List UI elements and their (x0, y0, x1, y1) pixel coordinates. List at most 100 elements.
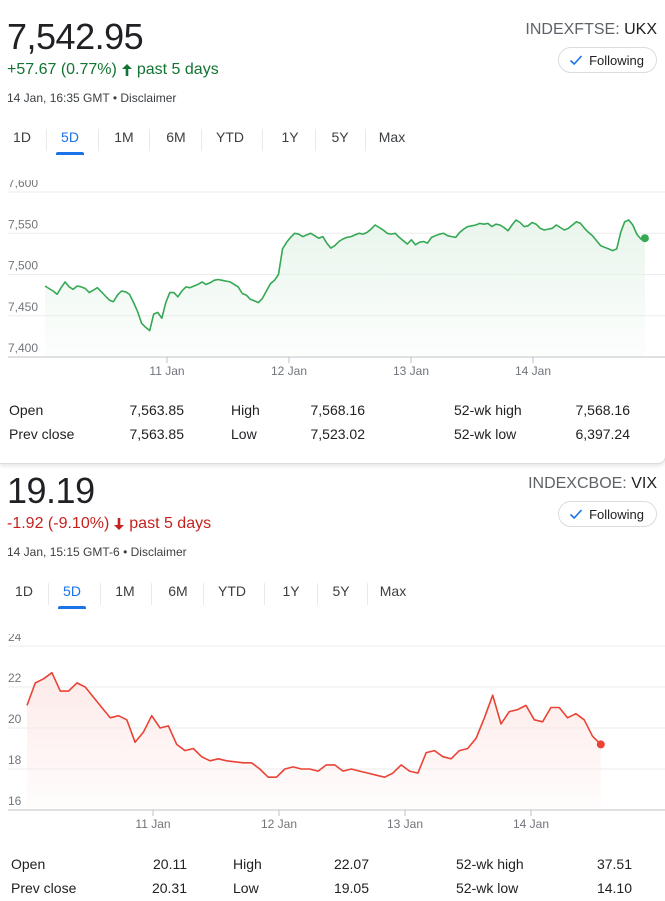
vix-change-period: past 5 days (129, 515, 212, 532)
tab-6m[interactable]: 6M (164, 581, 192, 611)
checkmark-icon (570, 55, 583, 66)
stat-low-label: Low (233, 880, 259, 896)
tab-divider (203, 583, 204, 605)
y-tick-label: 7,550 (8, 217, 38, 231)
ftse-change: +57.67 (0.77%) past 5 days (7, 61, 219, 79)
stat-high-value: 22.07 (333, 856, 369, 872)
tab-divider (367, 583, 368, 605)
x-tick-label: 14 Jan (515, 364, 551, 378)
stat-52wk-high-label: 52-wk high (454, 402, 522, 418)
tab-divider (201, 129, 202, 151)
tab-1y[interactable]: 1Y (277, 581, 305, 611)
stat-open-label: Open (11, 856, 46, 872)
stat-high-label: High (231, 402, 260, 418)
tab-1y[interactable]: 1Y (276, 127, 304, 157)
y-tick-label: 7,600 (8, 180, 38, 190)
stat-prev-close-value: 7,563.85 (129, 426, 185, 442)
tab-divider (317, 583, 318, 605)
tab-divider (98, 129, 99, 151)
tab-divider (100, 583, 101, 605)
tab-divider (48, 583, 49, 605)
tab-ytd[interactable]: YTD (214, 581, 250, 611)
vix-symbol: VIX (631, 475, 657, 492)
ftse-symbol: UKX (624, 21, 657, 38)
tab-5d[interactable]: 5D (58, 581, 86, 611)
y-tick-label: 18 (8, 753, 22, 767)
y-tick-label: 7,450 (8, 300, 38, 314)
x-tick-label: 11 Jan (135, 817, 170, 831)
tab-max[interactable]: Max (375, 127, 409, 157)
vix-following-button[interactable]: Following (558, 501, 657, 527)
tab-1d[interactable]: 1D (10, 581, 38, 611)
vix-disclaimer-link[interactable]: Disclaimer (131, 545, 187, 559)
tab-1m[interactable]: 1M (110, 127, 138, 157)
ftse-ticker: INDEXFTSE: UKX (525, 21, 657, 39)
tab-6m[interactable]: 6M (162, 127, 190, 157)
stat-52wk-high-label: 52-wk high (456, 856, 524, 872)
arrow-up-icon (121, 64, 132, 76)
vix-exchange: INDEXCBOE: (528, 475, 627, 492)
stat-52wk-low-value: 6,397.24 (575, 426, 631, 442)
ftse-disclaimer-link[interactable]: Disclaimer (120, 91, 176, 105)
tab-divider (262, 129, 263, 151)
vix-timestamp: 14 Jan, 15:15 GMT-6 (7, 545, 120, 559)
checkmark-icon (570, 509, 583, 520)
y-tick-label: 22 (8, 671, 22, 685)
ftse-change-period: past 5 days (136, 61, 219, 78)
tab-ytd[interactable]: YTD (212, 127, 248, 157)
ftse-timestamp-line: 14 Jan, 16:35 GMT • Disclaimer (7, 91, 177, 105)
stat-low-value: 19.05 (333, 880, 369, 896)
vix-change: -1.92 (-9.10%) past 5 days (7, 515, 211, 533)
last-point-marker (640, 234, 649, 243)
ftse-timestamp: 14 Jan, 16:35 GMT (7, 91, 110, 105)
tab-1m[interactable]: 1M (111, 581, 139, 611)
stat-open-value: 7,563.85 (129, 402, 185, 418)
stat-high-label: High (233, 856, 262, 872)
stat-52wk-low-value: 14.10 (596, 880, 632, 896)
tab-divider (264, 583, 265, 605)
tab-divider (151, 583, 152, 605)
stat-prev-close-value: 20.31 (151, 880, 187, 896)
stat-52wk-high-value: 37.51 (596, 856, 632, 872)
x-tick-label: 13 Jan (393, 364, 429, 378)
vix-following-label: Following (589, 506, 644, 522)
x-tick-label: 12 Jan (271, 364, 307, 378)
ftse-following-label: Following (589, 52, 644, 68)
tab-5y[interactable]: 5Y (327, 581, 355, 611)
tab-max[interactable]: Max (376, 581, 410, 611)
ftse-following-button[interactable]: Following (558, 47, 657, 73)
vix-range-tabs: 1D 5D 1M 6M YTD 1Y 5Y Max (0, 581, 665, 611)
y-tick-label: 16 (8, 794, 22, 808)
ftse-chart[interactable]: 7,600 7,550 7,500 7,450 7,400 11 Jan 12 Jan 13 … (0, 180, 665, 380)
stat-open-value: 20.11 (153, 856, 187, 872)
stat-high-value: 7,568.16 (310, 402, 366, 418)
tab-5d[interactable]: 5D (56, 127, 84, 157)
ftse-price: 7,542.95 (7, 16, 144, 57)
stat-52wk-low-label: 52-wk low (456, 880, 519, 896)
ftse-exchange: INDEXFTSE: (525, 21, 620, 38)
stat-prev-close-label: Prev close (11, 880, 77, 896)
vix-change-value: -1.92 (-9.10%) (7, 515, 110, 532)
arrow-down-icon (114, 518, 125, 530)
y-tick-label: 7,500 (8, 259, 38, 273)
vix-timestamp-line: 14 Jan, 15:15 GMT-6 • Disclaimer (7, 545, 187, 559)
stat-open-label: Open (9, 402, 44, 418)
tab-1d[interactable]: 1D (8, 127, 36, 157)
tab-divider (315, 129, 316, 151)
vix-chart[interactable]: 24 22 20 18 16 11 Jan 12 Jan 13 Jan 14 Jan (0, 634, 665, 834)
ftse-card: 7,542.95 +57.67 (0.77%) past 5 days 14 J… (0, 0, 665, 464)
y-tick-label: 7,400 (8, 341, 38, 355)
ftse-change-value: +57.67 (0.77%) (7, 61, 117, 78)
vix-ticker: INDEXCBOE: VIX (528, 475, 657, 493)
tab-5y[interactable]: 5Y (326, 127, 354, 157)
y-tick-label: 24 (8, 634, 22, 644)
stat-low-value: 7,523.02 (310, 426, 366, 442)
stat-low-label: Low (231, 426, 257, 442)
x-tick-label: 14 Jan (513, 817, 549, 831)
vix-price: 19.19 (7, 470, 95, 511)
stat-52wk-low-label: 52-wk low (454, 426, 517, 442)
ftse-range-tabs: 1D 5D 1M 6M YTD 1Y 5Y Max (0, 127, 665, 157)
x-tick-label: 13 Jan (387, 817, 423, 831)
vix-card: 19.19 -1.92 (-9.10%) past 5 days 14 Jan,… (0, 464, 665, 901)
last-point-marker (596, 740, 605, 749)
